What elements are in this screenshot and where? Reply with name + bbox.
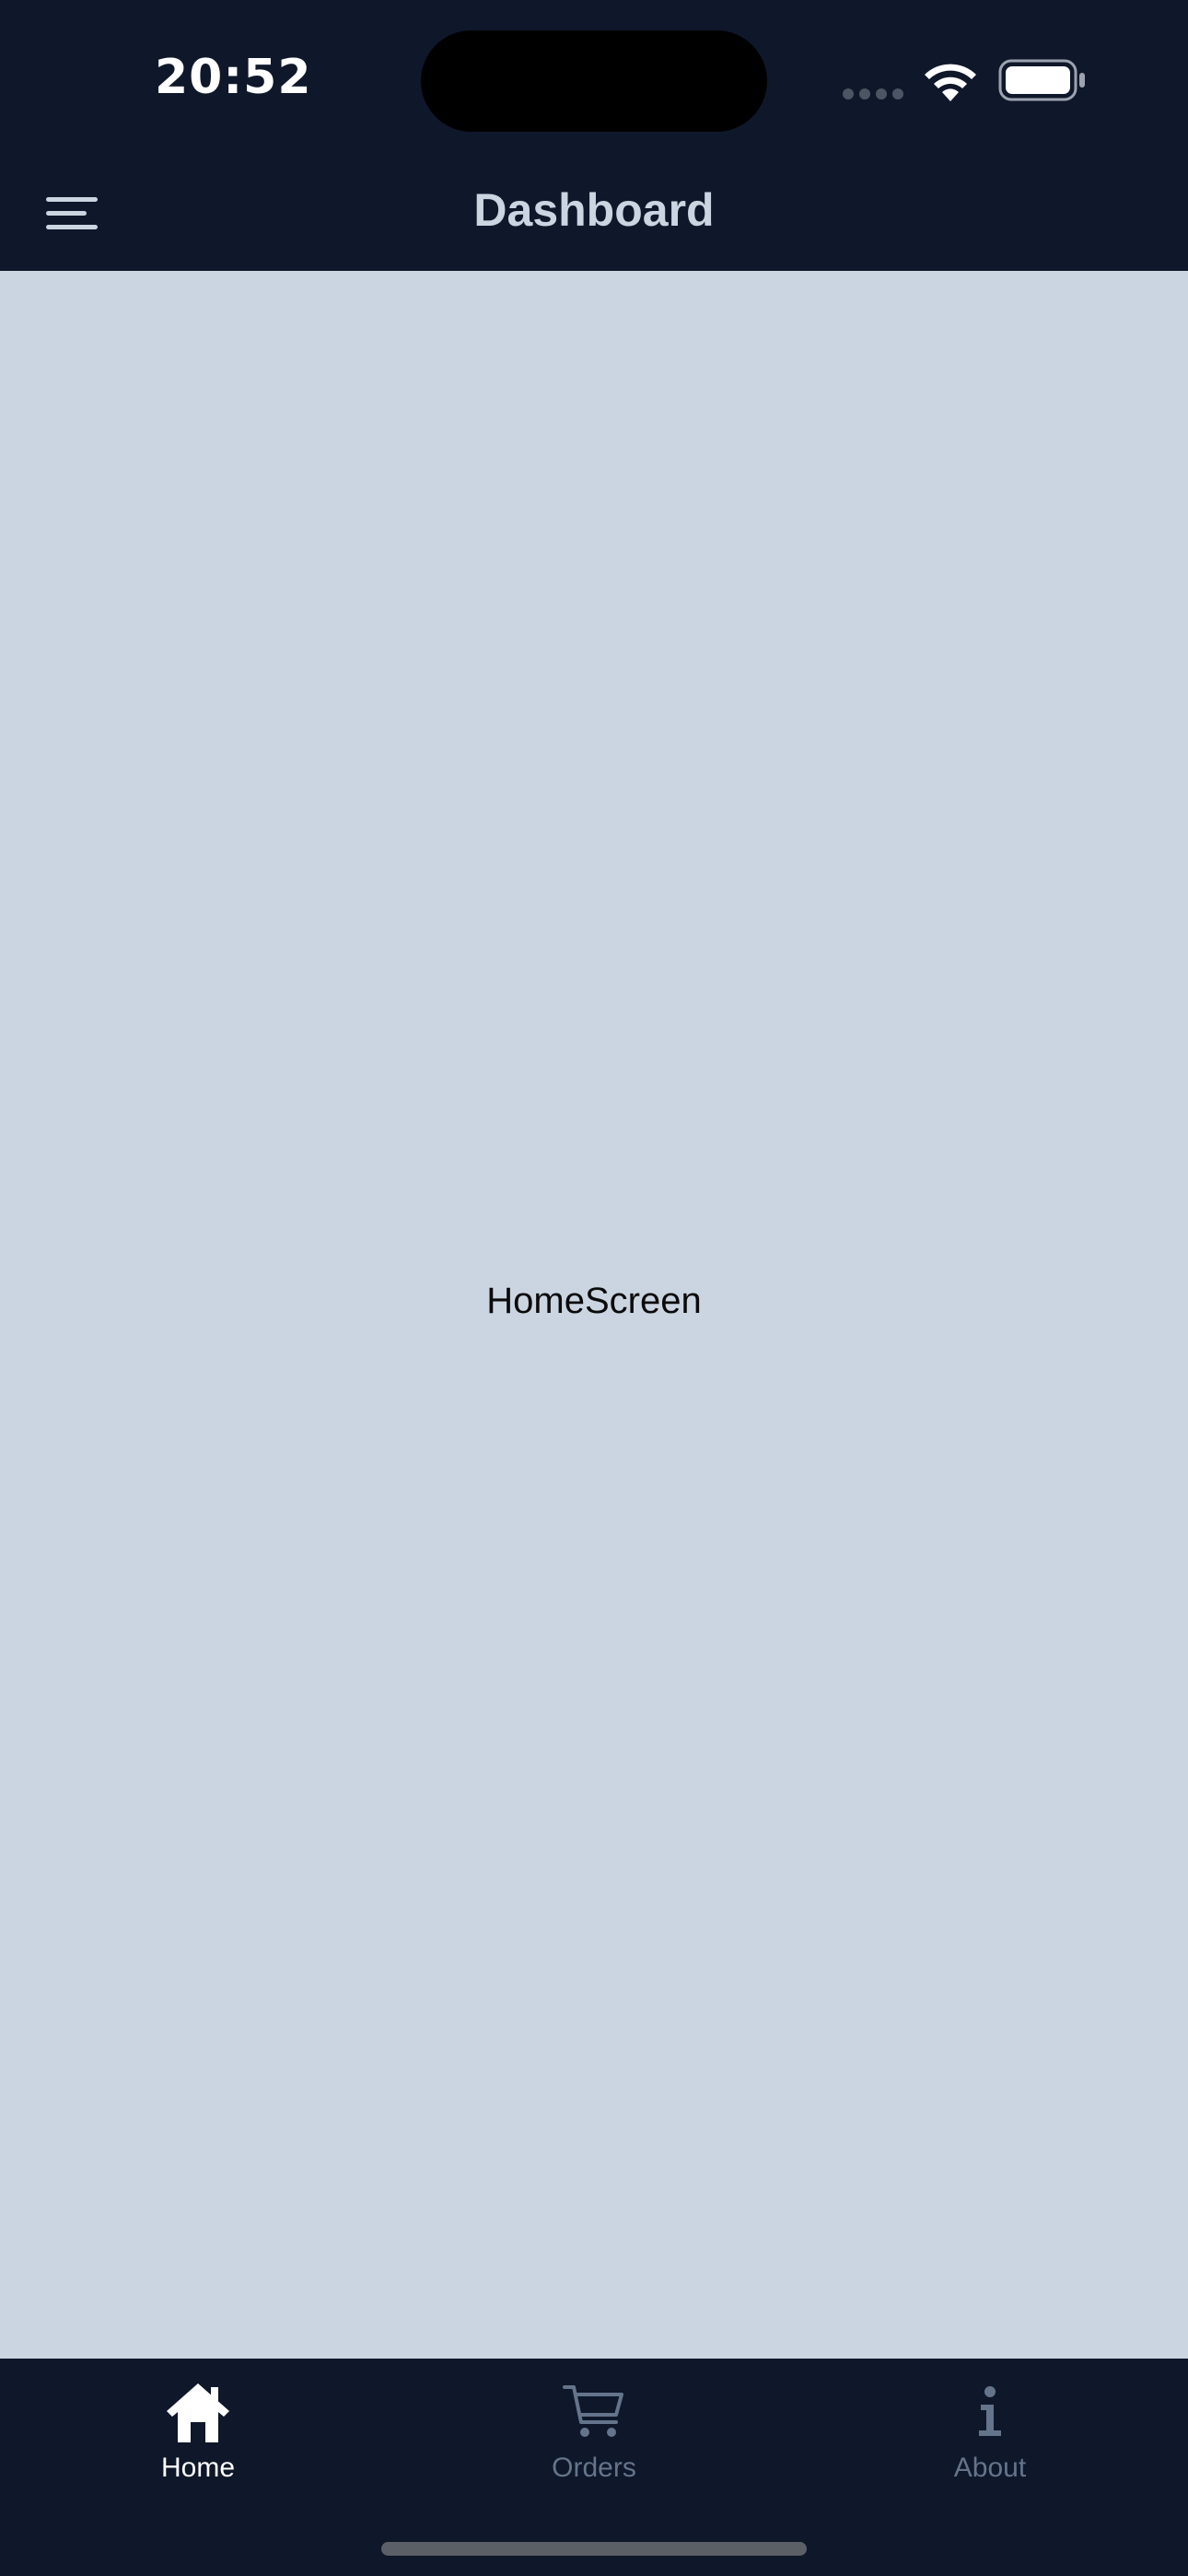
tab-home-label: Home xyxy=(160,2453,236,2483)
tab-orders-label: Orders xyxy=(552,2453,636,2483)
home-icon xyxy=(167,2383,229,2442)
hamburger-menu-icon xyxy=(46,197,98,229)
status-time: 20:52 xyxy=(155,50,312,105)
main-content: HomeScreen xyxy=(0,271,1188,2359)
menu-button[interactable] xyxy=(37,182,107,245)
home-screen-text: HomeScreen xyxy=(486,1281,702,1321)
page-title: Dashboard xyxy=(473,184,715,236)
status-bar: 20:52 xyxy=(0,0,1188,157)
tab-home[interactable]: Home xyxy=(0,2359,396,2497)
tab-orders[interactable]: Orders xyxy=(396,2359,792,2497)
dynamic-island xyxy=(421,30,767,132)
tab-about-label: About xyxy=(953,2453,1027,2483)
wifi-icon xyxy=(925,64,976,101)
app-header: Dashboard xyxy=(0,157,1188,271)
bottom-tab-bar: Home Orders About xyxy=(0,2359,1188,2576)
cellular-signal-icon xyxy=(843,88,903,100)
cart-icon xyxy=(563,2385,623,2437)
app-screen: 20:52 Dashboard HomeScreen Home Orders A… xyxy=(0,0,1188,2576)
info-icon xyxy=(979,2386,1001,2436)
tab-about[interactable]: About xyxy=(792,2359,1188,2497)
home-indicator[interactable] xyxy=(381,2542,807,2556)
battery-icon xyxy=(998,59,1085,101)
